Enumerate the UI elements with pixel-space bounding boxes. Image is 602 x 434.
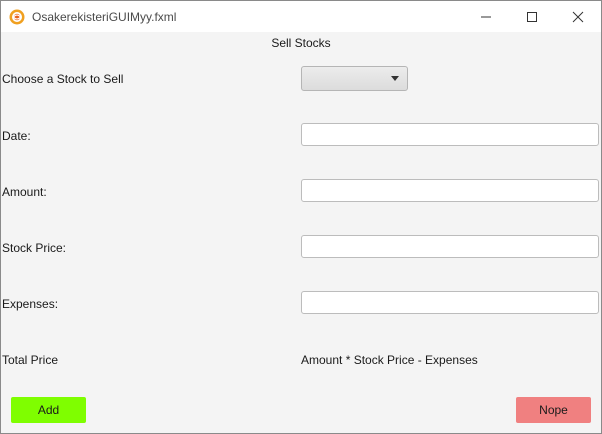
stock-select-label: Choose a Stock to Sell [2,72,124,86]
window-title: OsakerekisteriGUIMyy.fxml [32,10,177,24]
stock-price-label: Stock Price: [2,241,67,255]
amount-field[interactable] [301,179,599,202]
title-bar[interactable]: OsakerekisteriGUIMyy.fxml [1,1,601,32]
app-window: OsakerekisteriGUIMyy.fxml Sell Stocks Ch… [0,0,602,434]
nope-button[interactable]: Nope [516,397,591,423]
chevron-down-icon [391,76,399,81]
date-field[interactable] [301,123,599,146]
expenses-label: Expenses: [2,297,59,311]
close-icon [572,11,584,23]
javafx-app-icon [9,9,25,25]
form-heading: Sell Stocks [271,36,331,50]
date-label: Date: [2,129,31,143]
total-price-label: Total Price [2,353,59,367]
add-button[interactable]: Add [11,397,86,423]
sell-stocks-form: Sell Stocks Choose a Stock to Sell Date:… [1,32,601,433]
minimize-icon [481,16,491,18]
total-price-formula: Amount * Stock Price - Expenses [301,353,478,367]
stock-price-field[interactable] [301,235,599,258]
expenses-field[interactable] [301,291,599,314]
amount-label: Amount: [2,185,47,199]
stock-dropdown[interactable] [301,66,408,91]
maximize-button[interactable] [509,1,555,32]
maximize-icon [527,12,537,22]
minimize-button[interactable] [463,1,509,32]
close-button[interactable] [555,1,601,32]
